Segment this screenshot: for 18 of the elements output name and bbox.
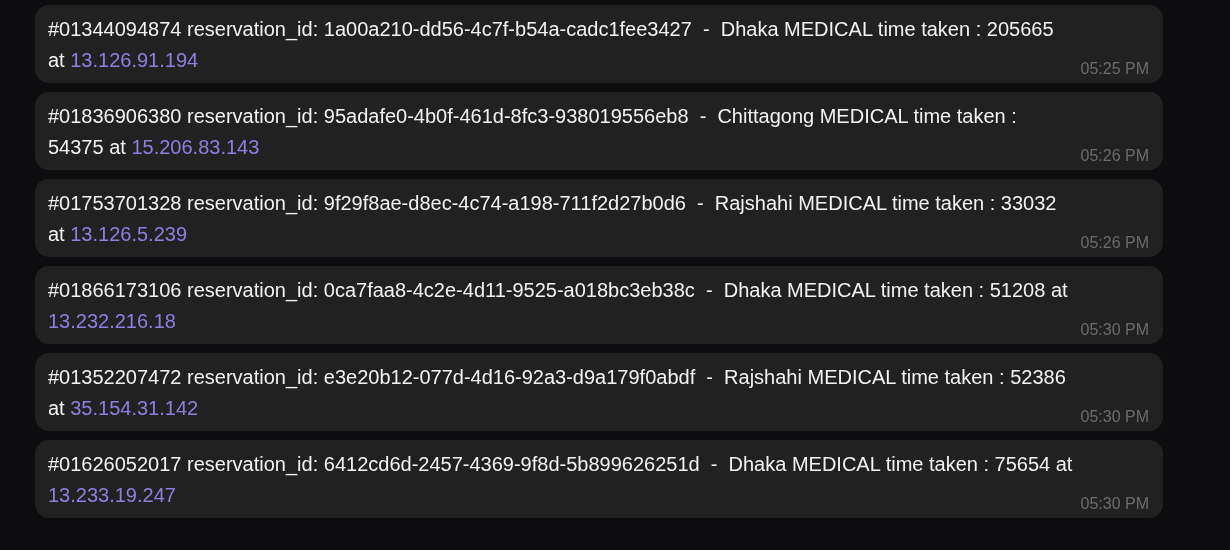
ip-link[interactable]: 13.126.5.239 [70,223,188,245]
message-time: 05:30 PM [1080,321,1149,339]
ip-link[interactable]: 13.232.216.18 [48,310,176,332]
message-text: #01352207472 reservation_id: e3e20b12-077d-4d16-92a3-d9a179f0abdf - Rajshahi MEDICAL time taken : 52386 at 35.154.31.142 [48,365,1067,421]
message-text: #01866173106 reservation_id: 0ca7faa8-4c2e-4d11-9525-a018bc3eb38c - Dhaka MEDICAL time taken : 51208 at 13.232.216.18 [48,278,1069,334]
ip-link[interactable]: 35.154.31.142 [70,397,199,419]
ip-link[interactable]: 15.206.83.143 [131,136,260,158]
message-text: #01626052017 reservation_id: 6412cd6d-2457-4369-9f8d-5b899626251d - Dhaka MEDICAL time taken : 75654 at 13.233.19.247 [48,452,1073,508]
message-text: #01344094874 reservation_id: 1a00a210-dd56-4c7f-b54a-cadc1fee3427 - Dhaka MEDICAL time taken : 205665 at 13.126.91.194 [48,17,1055,73]
message-time: 05:26 PM [1080,234,1149,252]
message-time: 05:30 PM [1080,408,1149,426]
message-time: 05:25 PM [1080,60,1149,78]
ip-link[interactable]: 13.126.91.194 [70,49,199,71]
message-time: 05:30 PM [1080,495,1149,513]
message-text: #01753701328 reservation_id: 9f29f8ae-d8ec-4c74-a198-711f2d27b0d6 - Rajshahi MEDICAL time taken : 33032 at 13.126.5.239 [48,191,1058,247]
ip-link[interactable]: 13.233.19.247 [48,484,176,506]
message-text: #01836906380 reservation_id: 95adafe0-4b0f-461d-8fc3-938019556eb8 - Chittagong MEDICAL time taken : 54375 at 15.206.83.143 [48,104,1018,160]
message-time: 05:26 PM [1080,147,1149,165]
